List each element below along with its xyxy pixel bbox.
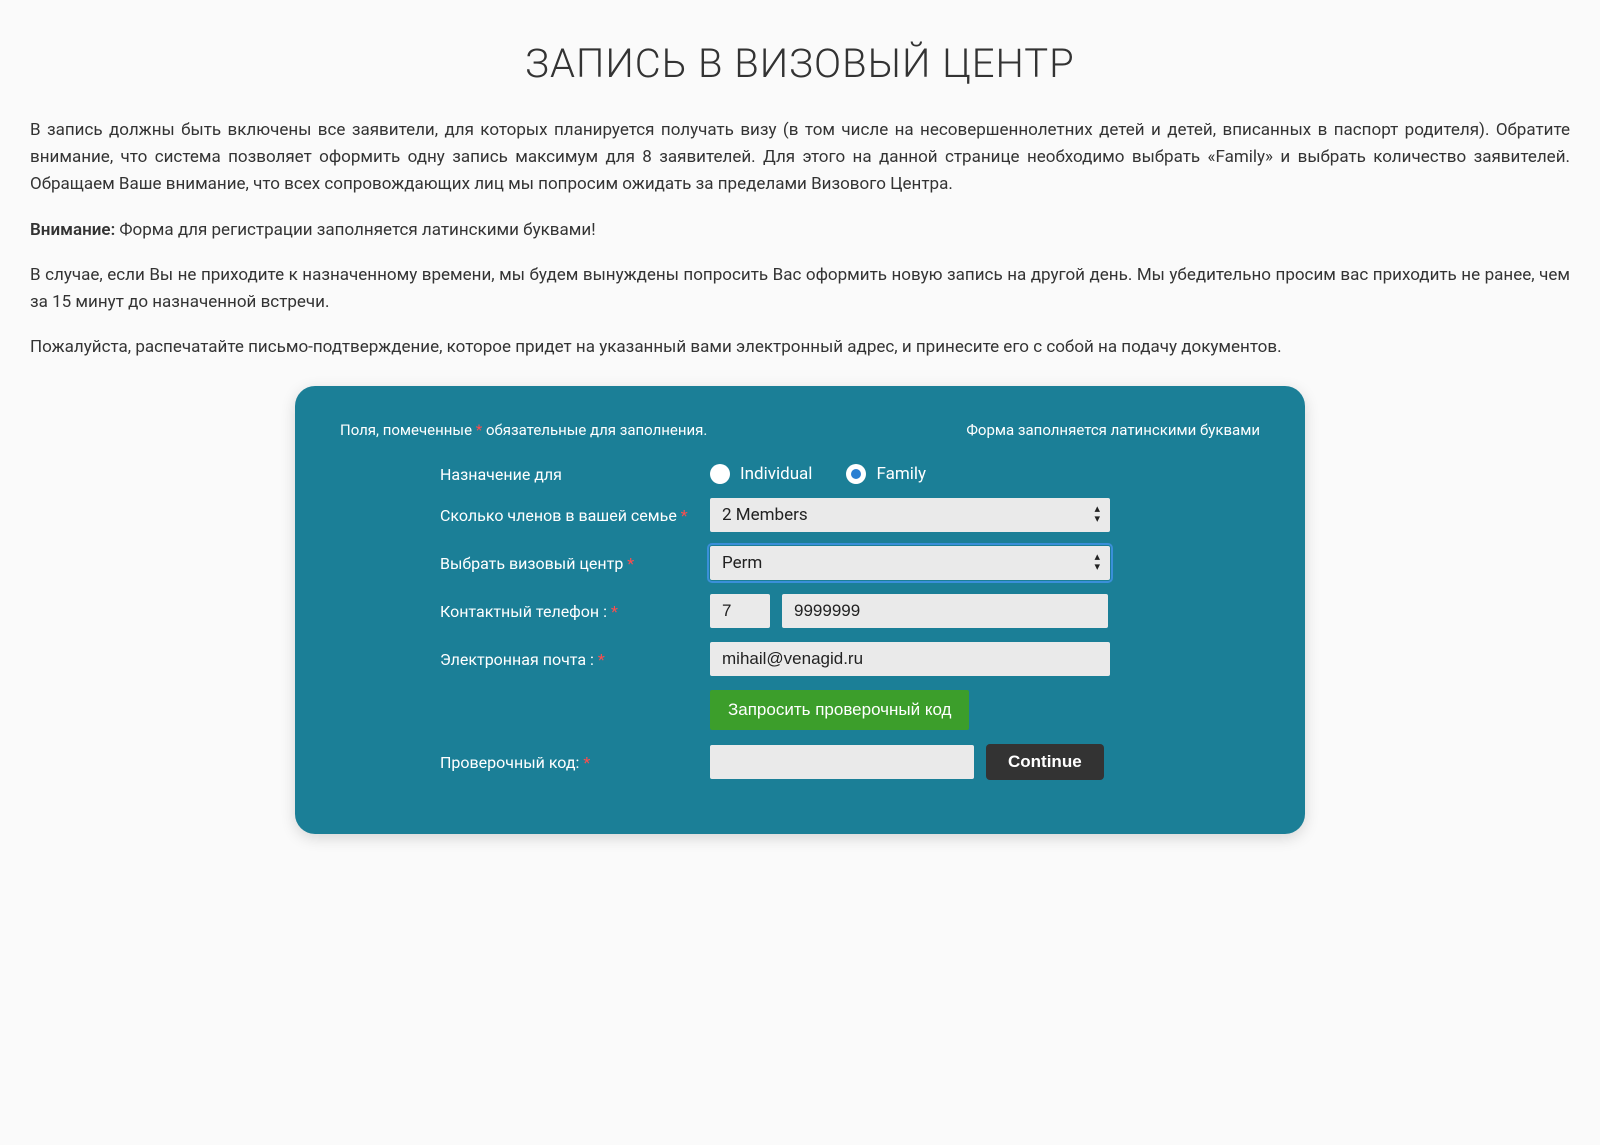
radio-family[interactable] xyxy=(846,464,866,484)
label-email: Электронная почта : * xyxy=(440,650,710,669)
label-email-text: Электронная почта : xyxy=(440,650,598,669)
select-visa-center[interactable]: Perm ▴▾ xyxy=(710,546,1110,580)
required-note-post: обязательные для заполнения. xyxy=(482,421,707,439)
intro-p1: В запись должны быть включены все заявит… xyxy=(30,117,1570,199)
intro-p4: Пожалуйста, распечатайте письмо-подтверж… xyxy=(30,334,1570,361)
appointment-form: Поля, помеченные * обязательные для запо… xyxy=(295,386,1305,834)
intro-p3: В случае, если Вы не приходите к назначе… xyxy=(30,262,1570,316)
page-title: ЗАПИСЬ В ВИЗОВЫЙ ЦЕНТР xyxy=(30,40,1570,87)
asterisk-icon: * xyxy=(681,506,688,525)
label-phone: Контактный телефон : * xyxy=(440,602,710,621)
asterisk-icon: * xyxy=(583,753,590,772)
asterisk-icon: * xyxy=(611,602,618,621)
intro-attention: Внимание: Форма для регистрации заполняе… xyxy=(30,217,1570,244)
required-fields-note: Поля, помеченные * обязательные для запо… xyxy=(340,421,707,439)
label-members-text: Сколько членов в вашей семье xyxy=(440,506,681,525)
select-members-value: 2 Members xyxy=(722,505,808,525)
label-appointment-for: Назначение для xyxy=(440,465,710,484)
radio-family-label: Family xyxy=(876,464,926,484)
chevron-updown-icon: ▴▾ xyxy=(1094,504,1100,524)
select-visa-value: Perm xyxy=(722,553,762,573)
select-members[interactable]: 2 Members ▴▾ xyxy=(710,498,1110,532)
attention-label: Внимание: xyxy=(30,220,115,240)
label-phone-text: Контактный телефон : xyxy=(440,602,611,621)
radio-individual-label: Individual xyxy=(740,464,812,484)
email-input[interactable] xyxy=(710,642,1110,676)
phone-country-code-input[interactable] xyxy=(710,594,770,628)
phone-number-input[interactable] xyxy=(782,594,1108,628)
asterisk-icon: * xyxy=(598,650,605,669)
attention-text: Форма для регистрации заполняется латинс… xyxy=(115,220,595,240)
label-visa-text: Выбрать визовый центр xyxy=(440,554,627,573)
request-code-button[interactable]: Запросить проверочный код xyxy=(710,690,969,730)
label-visa-center: Выбрать визовый центр * xyxy=(440,554,710,573)
verification-code-input[interactable] xyxy=(710,745,974,779)
radio-individual[interactable] xyxy=(710,464,730,484)
required-note-pre: Поля, помеченные xyxy=(340,421,476,439)
chevron-updown-icon: ▴▾ xyxy=(1094,552,1100,572)
continue-button[interactable]: Continue xyxy=(986,744,1104,780)
label-members-count: Сколько членов в вашей семье * xyxy=(440,506,710,525)
latin-note: Форма заполняется латинскими буквами xyxy=(966,421,1260,439)
label-verify-text: Проверочный код: xyxy=(440,753,583,772)
intro-text: В запись должны быть включены все заявит… xyxy=(30,117,1570,361)
label-verify-code: Проверочный код: * xyxy=(440,753,710,772)
asterisk-icon: * xyxy=(627,554,634,573)
